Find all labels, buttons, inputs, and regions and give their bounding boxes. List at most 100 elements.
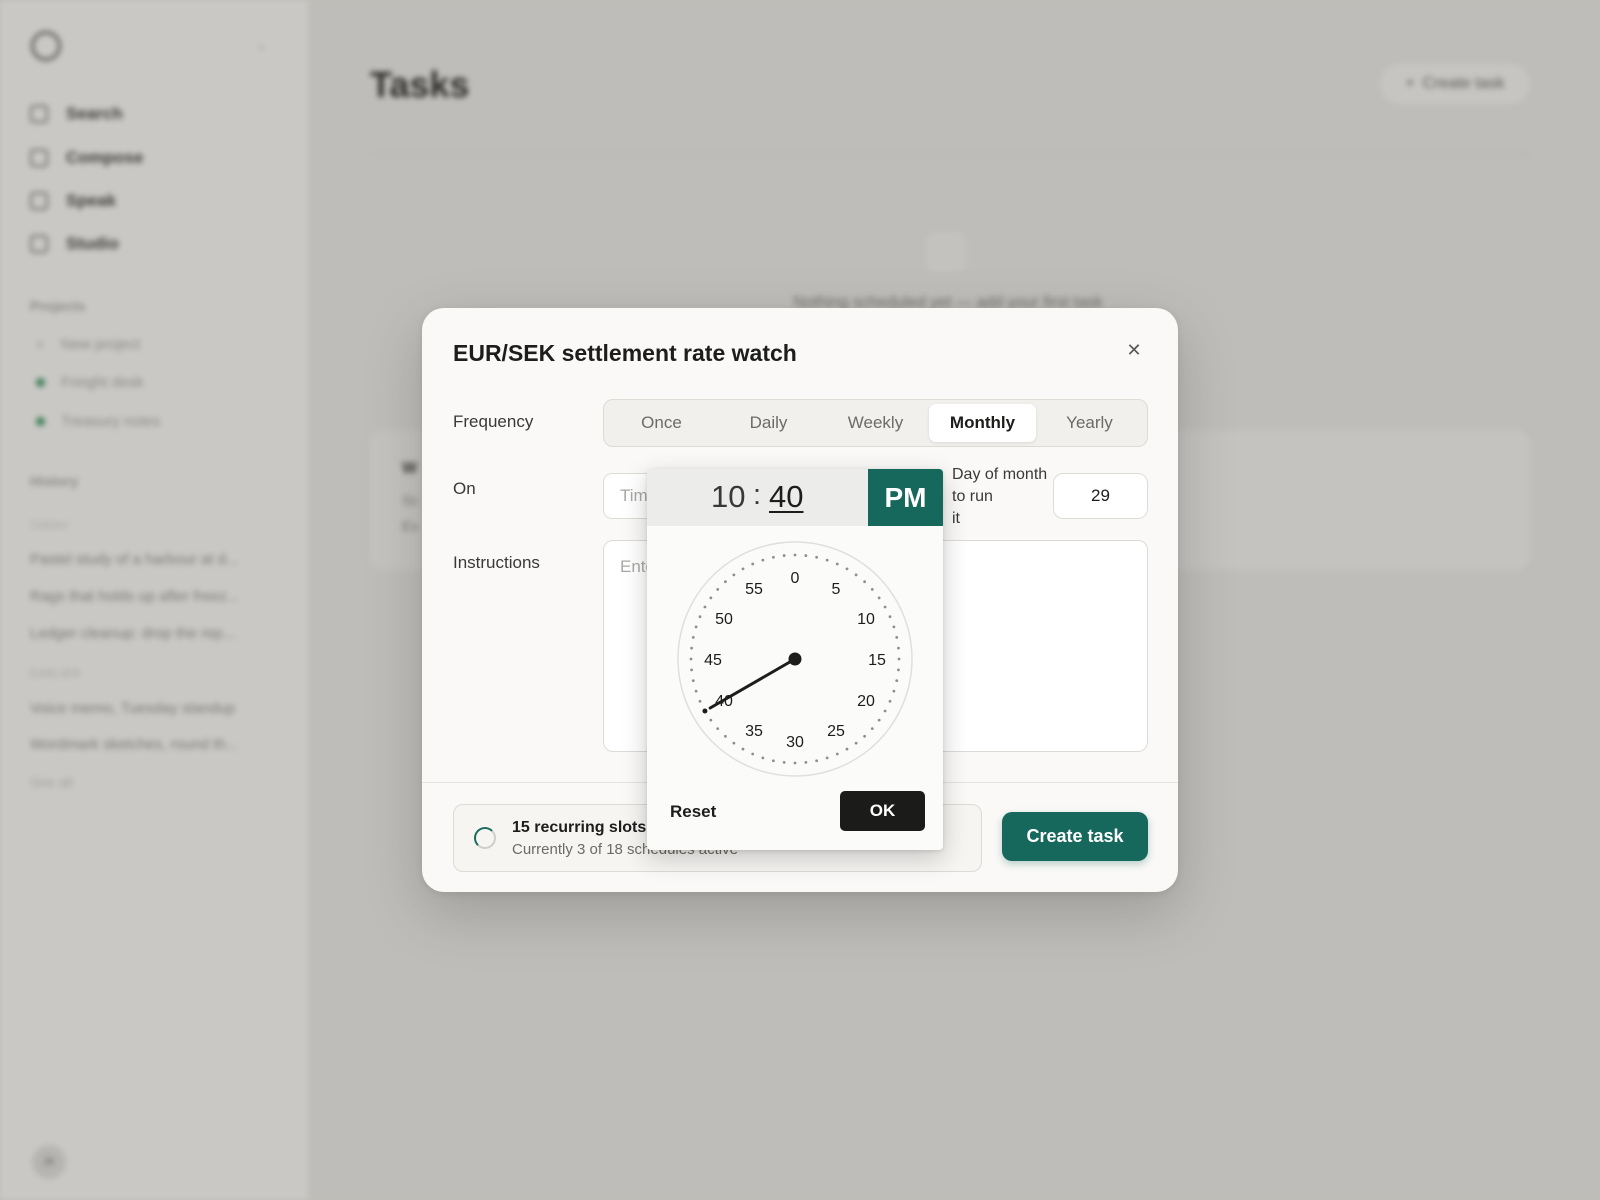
- clock-tick: [883, 709, 887, 713]
- clock-label[interactable]: 50: [715, 611, 733, 628]
- nav-item-label: Search: [66, 104, 123, 123]
- clock-tick: [854, 741, 858, 745]
- history-caption: TODAY: [30, 520, 70, 532]
- clock-tick: [883, 605, 887, 609]
- plus-icon: +: [1405, 75, 1415, 92]
- clock-tick: [835, 562, 839, 566]
- status-title: 15 recurring slots: [512, 819, 647, 836]
- clock-label[interactable]: 10: [857, 611, 875, 628]
- clock-label[interactable]: 20: [857, 693, 875, 710]
- project-new[interactable]: + New project: [36, 336, 140, 353]
- minute-clock-dial[interactable]: 0510152025303540455055: [677, 541, 913, 777]
- clock-tick: [724, 734, 727, 738]
- clock-tick: [732, 573, 736, 577]
- clock-label[interactable]: 5: [832, 581, 841, 598]
- see-all-link[interactable]: See all: [30, 774, 73, 790]
- time-separator: :: [753, 479, 762, 511]
- history-heading[interactable]: History: [30, 473, 78, 489]
- dialog-title: EUR/SEK settlement rate watch: [453, 340, 797, 366]
- history-item[interactable]: Ledger cleanup: drop the rep...: [30, 625, 275, 642]
- clock-label[interactable]: 25: [827, 723, 845, 740]
- clock-tick: [804, 761, 808, 764]
- close-icon[interactable]: ✕: [1122, 338, 1146, 362]
- clock-tick: [724, 580, 727, 584]
- hour-display[interactable]: 10: [711, 479, 745, 515]
- clock-tick: [870, 727, 874, 730]
- day-label-line: it: [952, 510, 960, 527]
- clock-tick: [716, 588, 720, 591]
- nav-item-compose[interactable]: Compose: [30, 146, 143, 170]
- project-item[interactable]: Freight desk: [36, 374, 144, 391]
- frequency-segmented-control: Once Daily Weekly Monthly Yearly: [603, 399, 1148, 447]
- history-item[interactable]: Voice memo, Tuesday standup: [30, 700, 275, 717]
- frequency-option-weekly[interactable]: Weekly: [822, 404, 929, 442]
- clock-tick: [793, 761, 797, 765]
- clock-tick: [690, 646, 693, 650]
- day-of-month-input[interactable]: 29: [1053, 473, 1148, 519]
- day-label-line: Day of month to run: [952, 466, 1048, 505]
- avatar[interactable]: JK: [32, 1145, 66, 1179]
- clock-label[interactable]: 15: [868, 652, 886, 669]
- time-picker-header: 10 : 40 PM: [647, 469, 943, 526]
- ok-button[interactable]: OK: [840, 791, 925, 831]
- clock-label[interactable]: 0: [791, 570, 800, 587]
- project-item[interactable]: Treasury notes: [36, 413, 161, 430]
- clock-tick: [716, 727, 720, 730]
- clock-tick: [761, 558, 765, 562]
- clock-tick: [897, 657, 901, 661]
- pencil-icon: [30, 149, 48, 167]
- clock-tick: [895, 679, 899, 683]
- history-item[interactable]: Pastel study of a harbour at d...: [30, 551, 275, 568]
- clock-label[interactable]: 45: [704, 652, 722, 669]
- am-pm-toggle[interactable]: PM: [868, 469, 943, 526]
- clock-label[interactable]: 55: [745, 581, 763, 598]
- collapse-sidebar-icon[interactable]: ‹: [259, 38, 264, 54]
- clock-center-dot: [788, 652, 802, 666]
- clock-tick: [877, 718, 881, 722]
- clock-tick: [815, 759, 819, 763]
- dot-icon: [36, 378, 45, 387]
- clock-tick: [877, 596, 881, 600]
- minute-display[interactable]: 40: [769, 479, 803, 515]
- task-card-detail: Sc: [402, 492, 419, 508]
- clock-tick: [897, 668, 900, 672]
- clock-tick: [892, 625, 896, 629]
- history-item[interactable]: Wordmark sketches, round th...: [30, 736, 275, 753]
- clock-tick: [895, 635, 899, 639]
- nav-item-label: Compose: [66, 148, 144, 167]
- clock-tick: [888, 699, 892, 703]
- header-create-task-button[interactable]: + Create task: [1380, 64, 1530, 104]
- clock-tick: [709, 718, 713, 722]
- calendar-icon: [926, 232, 966, 272]
- nav-item-studio[interactable]: Studio: [30, 232, 119, 256]
- create-task-button[interactable]: Create task: [1002, 812, 1148, 861]
- clock-tick: [690, 668, 693, 672]
- page-title: Tasks: [370, 64, 470, 105]
- frequency-option-monthly[interactable]: Monthly: [929, 404, 1036, 442]
- clock-label[interactable]: 30: [786, 734, 804, 751]
- clock-tick: [804, 554, 808, 557]
- clock-tick: [845, 747, 849, 751]
- nav-item-search[interactable]: Search: [30, 102, 123, 126]
- clock-tick: [691, 679, 695, 683]
- frequency-option-yearly[interactable]: Yearly: [1036, 404, 1143, 442]
- task-card-title: W: [402, 460, 418, 477]
- clock-tick: [761, 756, 765, 760]
- projects-heading[interactable]: Projects: [30, 298, 85, 314]
- clock-label[interactable]: 35: [745, 723, 763, 740]
- clock-tick: [854, 573, 858, 577]
- sidebar: ‹ Search Compose Speak Studio Projects +…: [0, 0, 308, 1200]
- divider: [370, 154, 1530, 155]
- reset-button[interactable]: Reset: [670, 802, 716, 822]
- on-label: On: [453, 479, 476, 498]
- app-logo-icon[interactable]: [31, 31, 61, 61]
- history-item[interactable]: Rags that holds up after freez...: [30, 588, 275, 605]
- clock-tick: [888, 615, 892, 619]
- day-of-month-label: Day of month to run it: [952, 464, 1052, 530]
- clock-tick: [863, 580, 866, 584]
- time-picker-popover: 10 : 40 PM 0510152025303540455055 Reset …: [647, 469, 943, 850]
- frequency-option-once[interactable]: Once: [608, 404, 715, 442]
- frequency-option-daily[interactable]: Daily: [715, 404, 822, 442]
- nav-item-speak[interactable]: Speak: [30, 189, 116, 213]
- clock-tick: [771, 759, 775, 763]
